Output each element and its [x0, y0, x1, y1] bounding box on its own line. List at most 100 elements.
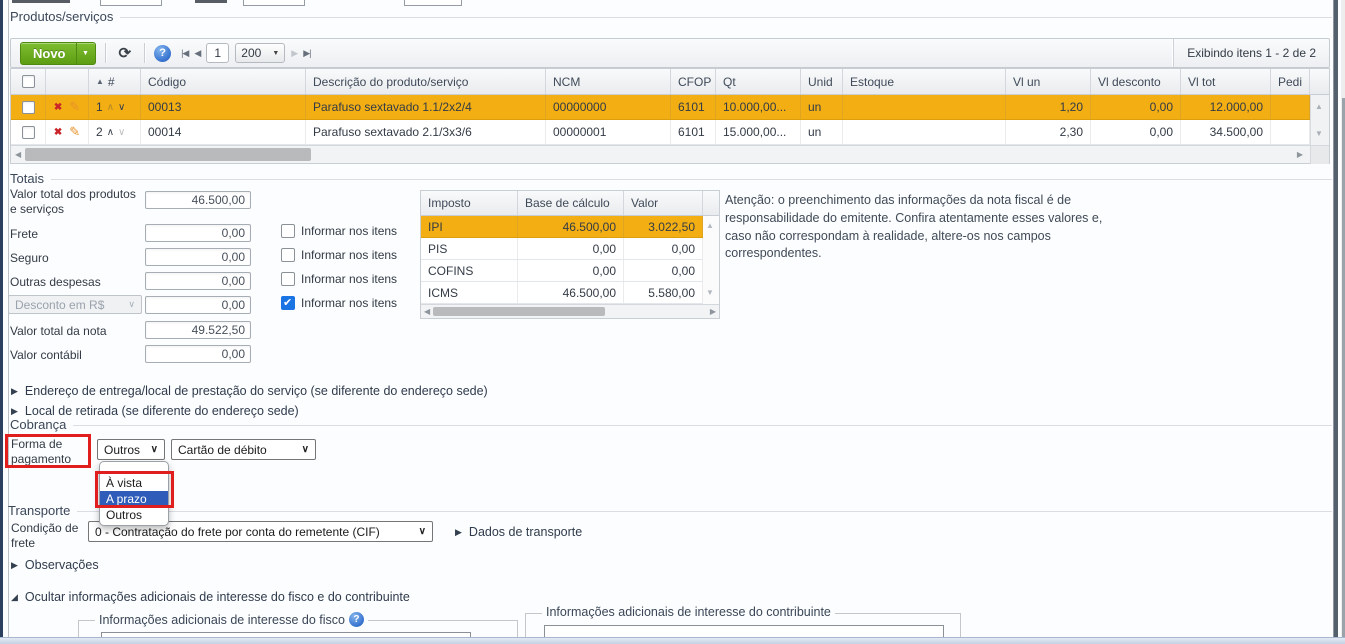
forma-pagamento-select[interactable]: Outros ∨ — [97, 439, 165, 460]
prev-page-icon[interactable]: ◀ — [194, 48, 201, 59]
cell-valor: 3.022,50 — [624, 216, 703, 237]
delete-row-icon[interactable]: ✖ — [54, 127, 62, 138]
select-all-checkbox[interactable] — [21, 75, 35, 88]
page-size-select[interactable]: 200 ▼ — [235, 43, 286, 63]
outras-informar-checkbox[interactable]: ✔ — [281, 272, 295, 286]
clipped-input[interactable] — [100, 0, 162, 6]
page-number-input[interactable]: 1 — [206, 43, 230, 63]
desconto-tipo-select[interactable]: Desconto em R$ ∨ — [8, 295, 142, 314]
tax-row-cofins[interactable]: COFINS 0,00 0,00 — [421, 260, 719, 282]
move-down-icon[interactable]: ∨ — [118, 102, 125, 113]
edit-row-icon[interactable]: ✎ — [69, 124, 80, 140]
tax-row-icms[interactable]: ICMS 46.500,00 5.580,00 — [421, 282, 719, 304]
help-icon[interactable]: ? — [154, 44, 172, 62]
product-row-2[interactable]: ✖ ✎ 2 ∧ ∨ 00014 Parafuso sextavado 2.1/3… — [11, 120, 1329, 145]
row-number: 1 — [96, 100, 103, 114]
col-codigo[interactable]: Código — [141, 69, 306, 94]
dropdown-option-outros[interactable]: Outros — [100, 507, 168, 523]
frete-informar-checkbox[interactable]: ✔ — [281, 224, 295, 238]
dados-transporte-link[interactable]: ▶ Dados de transporte — [455, 525, 582, 539]
tax-row-ipi[interactable]: IPI 46.500,00 3.022,50 — [421, 216, 719, 238]
col-vl-desconto[interactable]: Vl desconto — [1091, 69, 1181, 94]
collapsed-icon: ▶ — [11, 559, 18, 570]
delete-row-icon[interactable]: ✖ — [54, 102, 62, 113]
section-label: Observações — [24, 558, 99, 572]
right-window-edge — [1333, 0, 1338, 637]
cell-qt: 15.000,00... — [716, 120, 801, 144]
sort-asc-icon: ▲ — [96, 77, 104, 86]
scroll-down-icon[interactable]: ▼ — [706, 288, 714, 297]
scrollbar-thumb[interactable] — [433, 307, 605, 316]
col-cfop[interactable]: CFOP — [671, 69, 716, 94]
section-local-retirada[interactable]: ▶ Local de retirada (se diferente do end… — [11, 404, 299, 418]
move-down-icon[interactable]: ∨ — [118, 127, 125, 138]
toggle-informacoes-adicionais[interactable]: ◢ Ocultar informações adicionais de inte… — [11, 590, 410, 604]
input-seguro[interactable]: 0,00 — [145, 248, 251, 266]
next-page-icon[interactable]: ▶ — [291, 48, 298, 59]
col-ncm[interactable]: NCM — [546, 69, 671, 94]
product-row-1[interactable]: ✖ ✎ 1 ∧ ∨ 00013 Parafuso sextavado 1.1/2… — [11, 95, 1329, 120]
input-outras-despesas[interactable]: 0,00 — [145, 272, 251, 290]
col-vl-un[interactable]: Vl un — [1006, 69, 1091, 94]
seguro-informar-checkbox[interactable]: ✔ — [281, 248, 295, 262]
clipped-input[interactable] — [243, 0, 305, 6]
first-page-icon[interactable]: |◀ — [181, 48, 189, 59]
scroll-right-icon[interactable]: ▶ — [1297, 150, 1303, 159]
scrollbar-corner — [1310, 146, 1329, 164]
scrollbar-thumb[interactable] — [25, 148, 311, 161]
left-panel-border — [8, 0, 9, 637]
input-valor-total-produtos[interactable]: 46.500,00 — [145, 191, 251, 209]
grid-vertical-scrollbar[interactable]: ▲ ▼ — [1310, 95, 1329, 145]
scroll-right-icon[interactable]: ▶ — [710, 307, 716, 316]
input-valor-total-nota[interactable]: 49.522,50 — [145, 321, 251, 339]
scroll-up-icon[interactable]: ▲ — [706, 221, 714, 230]
actions-header-cell — [46, 69, 89, 94]
desconto-informar-checkbox[interactable]: ✔ — [281, 296, 295, 310]
move-up-icon[interactable]: ∧ — [107, 127, 114, 138]
label-frete: Frete — [10, 227, 39, 241]
page-size-arrow-icon: ▼ — [272, 49, 280, 57]
cell-codigo: 00013 — [141, 95, 306, 119]
section-endereco-entrega[interactable]: ▶ Endereço de entrega/local de prestação… — [11, 384, 488, 398]
tax-horizontal-scrollbar[interactable]: ◀ ▶ — [421, 304, 719, 318]
scroll-up-icon[interactable]: ▲ — [1315, 102, 1323, 111]
input-valor-contabil[interactable]: 0,00 — [145, 345, 251, 363]
new-item-button[interactable]: Novo ▼ — [20, 41, 96, 65]
tipo-pagamento-select[interactable]: Cartão de débito ∨ — [171, 439, 316, 460]
col-qt[interactable]: Qt — [716, 69, 801, 94]
input-frete[interactable]: 0,00 — [145, 224, 251, 242]
row-checkbox[interactable] — [21, 125, 35, 139]
move-up-icon[interactable]: ∧ — [107, 102, 114, 113]
sort-header-cell[interactable]: ▲ # — [89, 69, 141, 94]
cell-imposto: ICMS — [421, 282, 518, 303]
cell-valor: 0,00 — [624, 260, 703, 281]
last-page-icon[interactable]: ▶| — [303, 48, 311, 59]
clipped-input[interactable] — [404, 0, 462, 6]
cell-unid: un — [801, 120, 843, 144]
grid-horizontal-scrollbar[interactable]: ◀ ▶ — [11, 145, 1329, 164]
row-checkbox[interactable] — [21, 100, 35, 114]
collapsed-icon: ▶ — [455, 526, 462, 537]
collapsed-icon: ▶ — [11, 405, 18, 416]
col-pedido[interactable]: Pedi — [1271, 69, 1310, 94]
col-estoque[interactable]: Estoque — [843, 69, 1006, 94]
col-unid[interactable]: Unid — [801, 69, 843, 94]
help-icon[interactable]: ? — [348, 612, 364, 627]
bottom-horizontal-scrollbar[interactable] — [0, 637, 1345, 644]
tax-vertical-scrollbar[interactable]: ▲ ▼ — [703, 216, 719, 304]
scroll-down-icon[interactable]: ▼ — [1315, 129, 1323, 138]
new-item-dropdown-icon[interactable]: ▼ — [75, 42, 95, 64]
refresh-icon[interactable]: ⟳ — [115, 44, 136, 62]
input-desconto[interactable]: 0,00 — [145, 296, 251, 314]
scroll-left-icon[interactable]: ◀ — [15, 150, 21, 159]
tax-row-pis[interactable]: PIS 0,00 0,00 — [421, 238, 719, 260]
col-descricao[interactable]: Descrição do produto/serviço — [306, 69, 546, 94]
label-seguro: Seguro — [10, 251, 49, 265]
row-order-cell: 2 ∧ ∨ — [89, 120, 141, 144]
col-vl-tot[interactable]: Vl tot — [1181, 69, 1271, 94]
row-actions-cell: ✖ ✎ — [46, 120, 89, 144]
section-observacoes[interactable]: ▶ Observações — [11, 558, 99, 572]
col-imposto: Imposto — [421, 191, 518, 215]
edit-row-icon[interactable]: ✎ — [69, 99, 80, 115]
scroll-left-icon[interactable]: ◀ — [424, 307, 430, 316]
